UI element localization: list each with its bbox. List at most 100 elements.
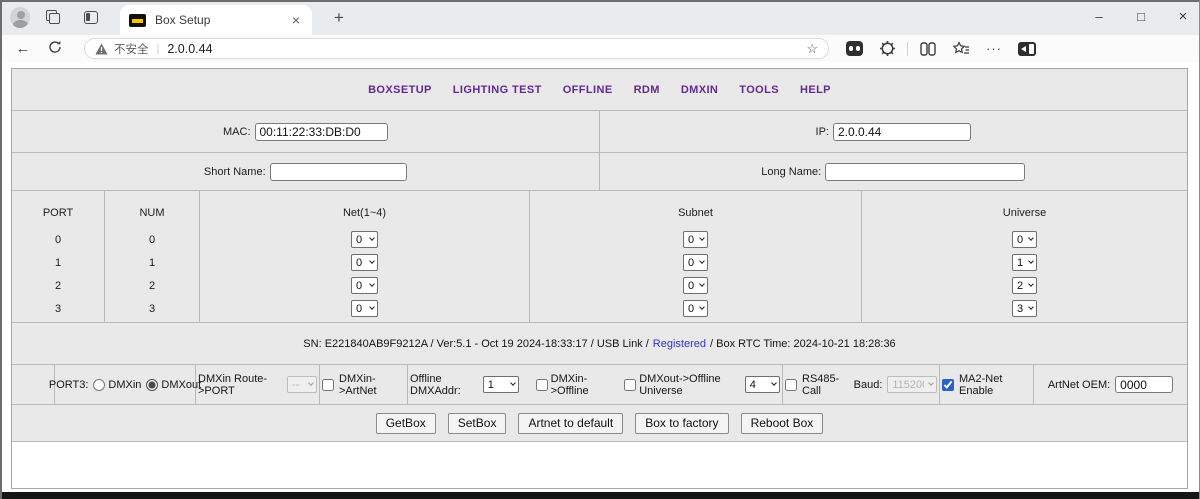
settings-more-button[interactable]: ···	[981, 38, 1007, 60]
subnet-select-2[interactable]: 0	[683, 277, 708, 294]
subnet-select-1[interactable]: 0	[683, 254, 708, 271]
dmxout-offline-label: DMXout->Offline Universe	[639, 373, 742, 397]
dmxout-offline-universe-select[interactable]: 4	[745, 376, 780, 393]
settings-row: PORT3: DMXin DMXout DMXin Route->PORT --…	[12, 365, 1187, 405]
dmxin-artnet-checkbox[interactable]	[322, 379, 334, 391]
favorites-button[interactable]	[948, 38, 974, 60]
security-label[interactable]: 不安全	[114, 41, 149, 57]
short-name-cell: Short Name:	[12, 153, 600, 190]
dmxin-route-cell: DMXin Route->PORT --	[196, 365, 320, 404]
dmxin-route-select[interactable]: --	[287, 376, 317, 393]
workspaces-icon	[46, 10, 61, 25]
universe-select-1[interactable]: 1	[1012, 254, 1037, 271]
artnet-oem-input[interactable]	[1115, 376, 1173, 393]
dmxin-route-label: DMXin Route->PORT	[198, 373, 282, 397]
port-number: 0	[55, 228, 61, 251]
net-select-2[interactable]: 0	[351, 277, 378, 294]
dmxin-offline-label: DMXin->Offline	[551, 373, 610, 397]
copilot-sidebar-button[interactable]	[1014, 38, 1040, 60]
subnet-column: Subnet 0 0 0 0	[530, 191, 862, 322]
profile-avatar[interactable]	[0, 6, 30, 30]
baud-select[interactable]: 115200	[887, 376, 937, 393]
gear-icon	[879, 40, 896, 57]
new-tab-button[interactable]: +	[328, 8, 350, 28]
minimize-button[interactable]: –	[1090, 9, 1108, 24]
sidebar-panel-icon	[1018, 42, 1036, 56]
ip-cell: IP:	[600, 111, 1188, 152]
dmxout-offline-checkbox[interactable]	[624, 379, 636, 391]
nav-dmxin[interactable]: DMXIN	[681, 84, 718, 96]
site-nav: BOXSETUP LIGHTING TEST OFFLINE RDM DMXIN…	[12, 69, 1187, 111]
browser-tab[interactable]: Box Setup ×	[120, 5, 312, 35]
tab-actions-button[interactable]	[76, 6, 106, 30]
mac-ip-row: MAC: IP:	[12, 111, 1187, 153]
long-name-cell: Long Name:	[600, 153, 1188, 190]
tab-close-button[interactable]: ×	[289, 12, 303, 28]
nav-offline[interactable]: OFFLINE	[563, 84, 613, 96]
browser-essentials-button[interactable]	[874, 38, 900, 60]
action-buttons-row: GetBox SetBox Artnet to default Box to f…	[12, 405, 1187, 442]
ma2-net-enable-checkbox[interactable]	[942, 379, 954, 391]
not-secure-warning-icon	[95, 43, 108, 55]
nav-rdm[interactable]: RDM	[634, 84, 660, 96]
rtc-info: / Box RTC Time: 2024-10-21 18:28:36	[710, 338, 896, 350]
artnet-to-default-button[interactable]: Artnet to default	[518, 413, 623, 434]
dmxin-offline-checkbox[interactable]	[536, 379, 548, 391]
extension-button[interactable]	[841, 38, 867, 60]
window-controls: – □ ×	[1090, 0, 1192, 32]
subnet-select-0[interactable]: 0	[683, 231, 708, 248]
baud-label: Baud:	[854, 379, 883, 391]
subnet-select-3[interactable]: 0	[683, 300, 708, 317]
address-bar[interactable]: 不安全 | 2.0.0.44 ☆	[84, 38, 829, 59]
nav-boxsetup[interactable]: BOXSETUP	[368, 84, 432, 96]
universe-select-2[interactable]: 2	[1012, 277, 1037, 294]
long-name-input[interactable]	[825, 163, 1025, 181]
dmxout-radio[interactable]	[146, 379, 158, 391]
back-button[interactable]: ←	[10, 40, 36, 57]
split-screen-icon	[920, 42, 936, 56]
rs485-call-checkbox[interactable]	[785, 379, 797, 391]
offline-cell: Offline DMXAddr: 1 DMXin->Offline DMXout…	[408, 365, 783, 404]
ellipsis-icon: ···	[986, 41, 1002, 56]
maximize-button[interactable]: □	[1132, 9, 1150, 24]
universe-column: Universe 0 1 2 3	[862, 191, 1187, 322]
port3-label: PORT3:	[49, 379, 89, 391]
close-button[interactable]: ×	[1174, 8, 1192, 25]
panel-filler	[12, 442, 1187, 488]
status-row: SN: E221840AB9F9212A / Ver:5.1 - Oct 19 …	[12, 323, 1187, 365]
getbox-button[interactable]: GetBox	[376, 413, 436, 434]
short-name-input[interactable]	[270, 163, 407, 181]
window-border	[0, 0, 2, 499]
setbox-button[interactable]: SetBox	[448, 413, 507, 434]
dmxin-radio[interactable]	[93, 379, 105, 391]
dmxin-radio-label: DMXin	[108, 379, 141, 391]
browser-toolbar: ← 不安全 | 2.0.0.44 ☆ ···	[0, 35, 1200, 62]
mac-cell: MAC:	[12, 111, 600, 152]
registered-status: Registered	[653, 338, 706, 350]
nav-lighting-test[interactable]: LIGHTING TEST	[453, 84, 542, 96]
favorite-star-icon[interactable]: ☆	[806, 41, 818, 57]
nav-help[interactable]: HELP	[800, 84, 831, 96]
net-select-3[interactable]: 0	[351, 300, 378, 317]
toolbar-divider	[907, 42, 908, 56]
mac-input[interactable]	[255, 123, 388, 141]
split-screen-button[interactable]	[915, 38, 941, 60]
box-to-factory-button[interactable]: Box to factory	[635, 413, 728, 434]
workspaces-button[interactable]	[38, 6, 68, 30]
reboot-box-button[interactable]: Reboot Box	[741, 413, 824, 434]
universe-select-0[interactable]: 0	[1012, 231, 1037, 248]
extension-icon	[846, 41, 863, 56]
mac-label: MAC:	[223, 126, 251, 138]
url-text[interactable]: 2.0.0.44	[167, 42, 806, 56]
toolbar-icons: ···	[841, 38, 1040, 60]
net-select-1[interactable]: 0	[351, 254, 378, 271]
subnet-header: Subnet	[678, 207, 713, 228]
nav-tools[interactable]: TOOLS	[739, 84, 779, 96]
ip-input[interactable]	[833, 123, 971, 141]
dmxin-artnet-label: DMXin->ArtNet	[339, 373, 405, 397]
refresh-button[interactable]	[42, 40, 68, 58]
universe-select-3[interactable]: 3	[1012, 300, 1037, 317]
net-select-0[interactable]: 0	[351, 231, 378, 248]
offline-dmxaddr-select[interactable]: 1	[483, 376, 519, 393]
browser-window: Box Setup × + – □ × ← 不安全 | 2.0.0.44 ☆	[0, 0, 1200, 499]
